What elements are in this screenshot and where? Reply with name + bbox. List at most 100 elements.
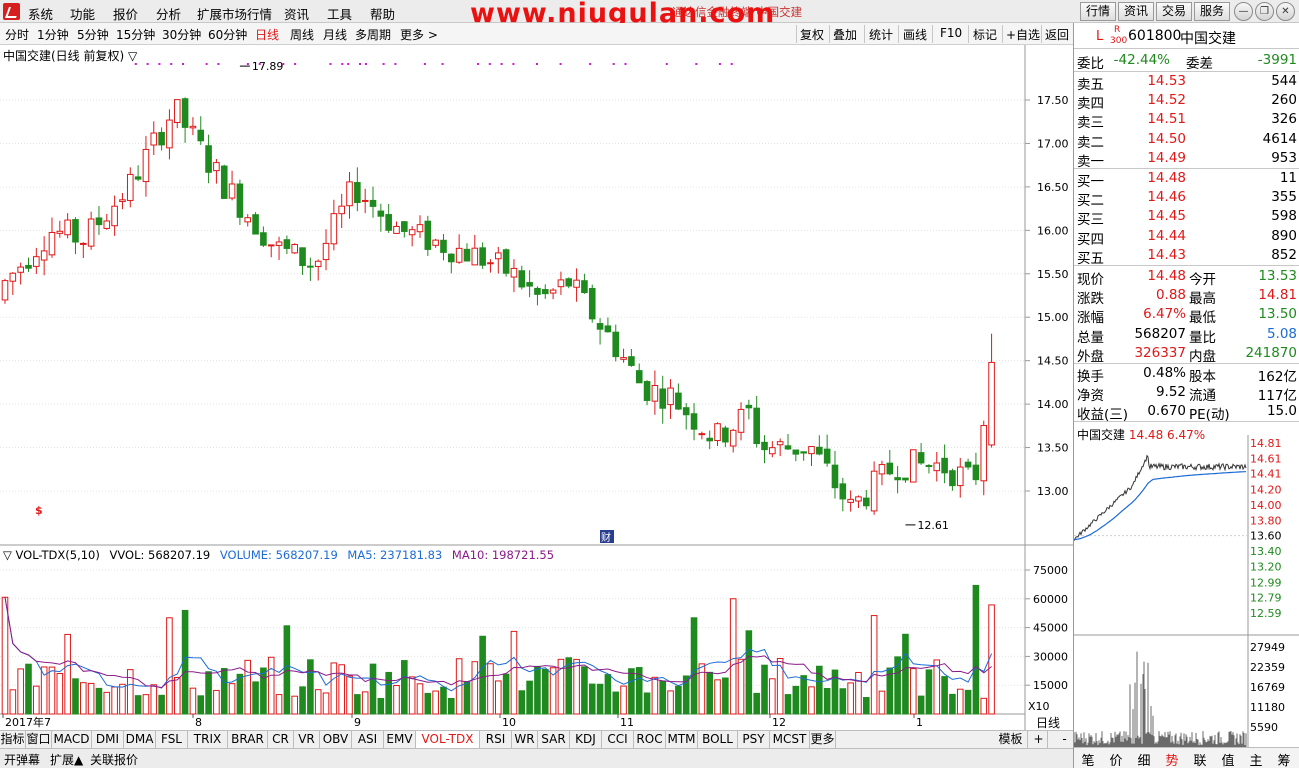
candle[interactable] bbox=[588, 284, 596, 323]
volume-bar[interactable] bbox=[964, 689, 972, 715]
indicator-tab-mcst[interactable]: MCST bbox=[770, 731, 810, 748]
statistics-button[interactable]: 统计 bbox=[869, 26, 893, 43]
menu-function[interactable]: 功能 bbox=[70, 4, 95, 23]
close-icon[interactable]: ✕ bbox=[1276, 2, 1295, 21]
volume-bar[interactable] bbox=[651, 676, 659, 715]
volume-bar[interactable] bbox=[150, 684, 158, 715]
indicator-tab-macd[interactable]: MACD bbox=[52, 731, 92, 748]
volume-bar[interactable] bbox=[80, 682, 87, 715]
volume-bar[interactable] bbox=[784, 694, 792, 715]
indicator-tab-emv[interactable]: EMV bbox=[384, 731, 416, 748]
expand-button[interactable]: 扩展▲ bbox=[50, 751, 83, 768]
right-tab-6[interactable]: 主 bbox=[1242, 750, 1270, 768]
indicator-tab-dma[interactable]: DMA bbox=[124, 731, 156, 748]
menu-tools[interactable]: 工具 bbox=[327, 4, 352, 23]
ask-row[interactable]: 卖三 14.51 326 bbox=[1074, 110, 1299, 131]
kline-chart[interactable]: 17.50 17.00 16.50 16.00 15.50 15.00 14.50 14.00… bbox=[0, 45, 1073, 730]
indicator-tab-trix[interactable]: TRIX bbox=[188, 731, 228, 748]
volume-bar[interactable] bbox=[878, 690, 886, 715]
template-button[interactable]: 模板 bbox=[994, 731, 1028, 748]
menu-system[interactable]: 系统 bbox=[28, 4, 53, 23]
volume-bar[interactable] bbox=[808, 686, 815, 715]
volume-bar[interactable] bbox=[228, 683, 236, 715]
volume-bar[interactable] bbox=[64, 633, 71, 715]
volume-bar[interactable] bbox=[800, 675, 807, 715]
candle[interactable] bbox=[502, 248, 510, 277]
volume-bar[interactable] bbox=[667, 690, 674, 715]
volume-bar[interactable] bbox=[541, 668, 549, 715]
volume-bar[interactable] bbox=[48, 666, 56, 715]
volume-bar[interactable] bbox=[722, 677, 729, 715]
volume-bar[interactable] bbox=[33, 685, 40, 715]
indicator-tab-kdj[interactable]: KDJ bbox=[570, 731, 602, 748]
volume-bar[interactable] bbox=[197, 695, 205, 715]
volume-bar[interactable] bbox=[401, 660, 408, 715]
volume-bar[interactable] bbox=[510, 630, 518, 715]
volume-bar[interactable] bbox=[518, 690, 526, 715]
right-tab-2[interactable]: 细 bbox=[1130, 750, 1158, 768]
volume-bar[interactable] bbox=[299, 686, 306, 715]
indicator-tab-rsi[interactable]: RSI bbox=[480, 731, 512, 748]
volume-bar[interactable] bbox=[925, 669, 933, 715]
volume-bar[interactable] bbox=[980, 697, 988, 715]
volume-bar[interactable] bbox=[338, 664, 345, 715]
volume-bar[interactable] bbox=[479, 635, 486, 715]
volume-bar[interactable] bbox=[792, 685, 800, 715]
volume-bar[interactable] bbox=[56, 673, 64, 715]
indicator-tab-dmi[interactable]: DMI bbox=[92, 731, 124, 748]
volume-bar[interactable] bbox=[949, 693, 956, 715]
volume-indicator-name[interactable]: ▽ VOL-TDX(5,10) bbox=[3, 548, 100, 562]
volume-bar[interactable] bbox=[111, 686, 118, 715]
volume-bar[interactable] bbox=[714, 679, 721, 715]
volume-bar[interactable] bbox=[424, 692, 432, 715]
volume-bar[interactable] bbox=[917, 695, 925, 715]
volume-bar[interactable] bbox=[236, 673, 244, 715]
market-button[interactable]: 行情 bbox=[1080, 2, 1116, 21]
volume-bar[interactable] bbox=[9, 689, 17, 715]
news-button[interactable]: 资讯 bbox=[1118, 2, 1154, 21]
volume-bar[interactable] bbox=[448, 697, 455, 715]
volume-bar[interactable] bbox=[213, 689, 220, 715]
volume-bar[interactable] bbox=[956, 688, 964, 715]
indicator-tab-sar[interactable]: SAR bbox=[538, 731, 570, 748]
bid-row[interactable]: 买五 14.43 852 bbox=[1074, 246, 1299, 267]
volume-bar[interactable] bbox=[119, 683, 126, 715]
right-tab-5[interactable]: 值 bbox=[1214, 750, 1242, 768]
period-15min[interactable]: 15分钟 bbox=[116, 26, 155, 43]
volume-bar[interactable] bbox=[126, 669, 134, 715]
volume-bar[interactable] bbox=[1, 596, 9, 715]
candle[interactable] bbox=[291, 243, 299, 254]
volume-bar[interactable] bbox=[314, 689, 322, 715]
volume-bar[interactable] bbox=[902, 633, 909, 715]
volume-bar[interactable] bbox=[283, 625, 291, 715]
volume-bar[interactable] bbox=[620, 685, 627, 715]
indicator-tab-mtm[interactable]: MTM bbox=[666, 731, 698, 748]
volume-bar[interactable] bbox=[408, 676, 416, 715]
volume-bar[interactable] bbox=[252, 681, 259, 715]
mark-button[interactable]: 标记 bbox=[973, 26, 997, 43]
bid-row[interactable]: 买二 14.46 355 bbox=[1074, 188, 1299, 209]
volume-bar[interactable] bbox=[534, 665, 541, 715]
volume-bar[interactable] bbox=[189, 687, 197, 715]
candle[interactable] bbox=[252, 212, 259, 235]
indicator-tab-vr[interactable]: VR bbox=[294, 731, 320, 748]
volume-bar[interactable] bbox=[377, 698, 385, 715]
candle[interactable] bbox=[1, 278, 9, 304]
period-weekly[interactable]: 周线 bbox=[290, 26, 314, 43]
right-tab-4[interactable]: 联 bbox=[1186, 750, 1214, 768]
volume-bar[interactable] bbox=[361, 691, 369, 715]
volume-bar[interactable] bbox=[330, 662, 338, 715]
restore-icon[interactable]: ❐ bbox=[1255, 2, 1274, 21]
indicator-tab-psy[interactable]: PSY bbox=[738, 731, 770, 748]
volume-bar[interactable] bbox=[855, 671, 862, 715]
indicator-tab-fsl[interactable]: FSL bbox=[156, 731, 188, 748]
ask-row[interactable]: 卖一 14.49 953 bbox=[1074, 149, 1299, 170]
bid-row[interactable]: 买四 14.44 890 bbox=[1074, 227, 1299, 248]
period-daily[interactable]: 日线 bbox=[255, 26, 279, 43]
volume-bar[interactable] bbox=[369, 663, 377, 715]
minimize-icon[interactable]: — bbox=[1234, 2, 1253, 21]
period-60min[interactable]: 60分钟 bbox=[208, 26, 247, 43]
period-monthly[interactable]: 月线 bbox=[323, 26, 347, 43]
volume-bar[interactable] bbox=[440, 686, 447, 715]
right-tab-0[interactable]: 笔 bbox=[1074, 750, 1102, 768]
